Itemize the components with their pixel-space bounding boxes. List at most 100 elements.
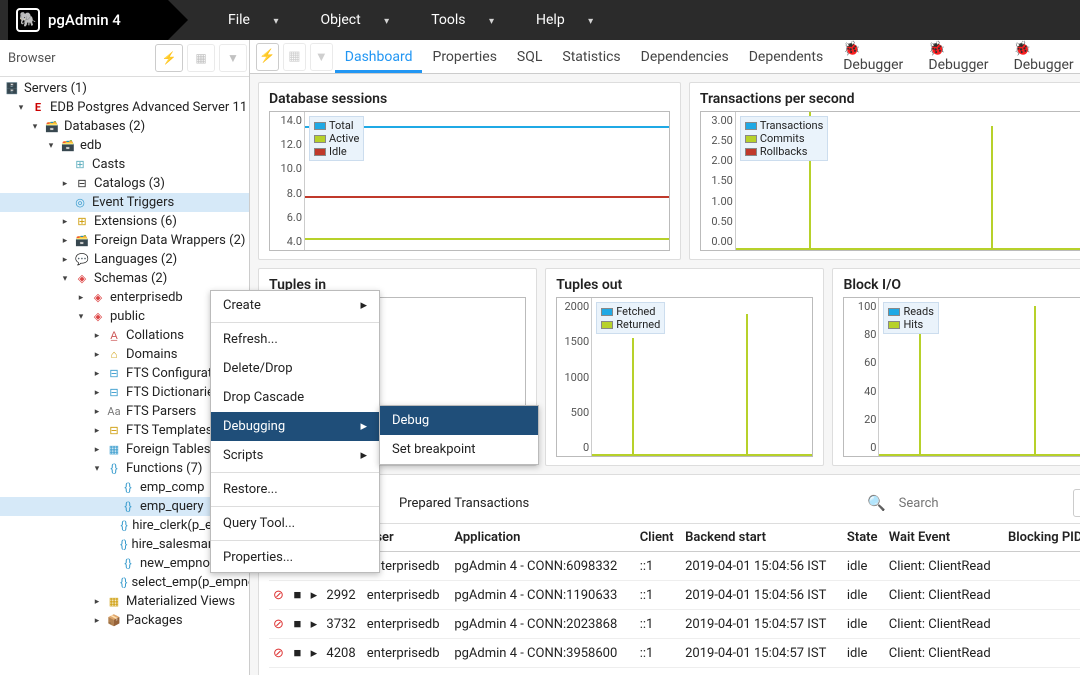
menu-object[interactable]: Object ▾: [301, 6, 410, 34]
ctx-create[interactable]: Create▸: [211, 291, 379, 320]
panel-tuples-out: Tuples out 2000150010005000 Fetched Retu…: [545, 268, 824, 466]
tree-extensions[interactable]: ▸⊞Extensions (6): [0, 212, 249, 231]
ctx-dropcascade[interactable]: Drop Cascade: [211, 383, 379, 412]
search-icon[interactable]: 🔍: [863, 489, 891, 517]
table-row[interactable]: ⊘■▸4208enterprisedbpgAdmin 4 - CONN:3958…: [269, 639, 1080, 668]
col-header: Backend start: [681, 524, 843, 552]
tree-packages[interactable]: ▸📦Packages: [0, 611, 249, 630]
tab-dependents[interactable]: Dependents: [739, 41, 833, 73]
schema-item-icon: ◈: [90, 310, 106, 324]
expand-icon[interactable]: ▸: [311, 588, 318, 603]
search-input[interactable]: [895, 492, 1069, 515]
functions-icon: {}: [106, 462, 122, 476]
fts-dict-icon: ⊟: [106, 386, 122, 400]
schema-item-icon: ◈: [90, 291, 106, 305]
panel-title: Database sessions: [269, 91, 670, 107]
fts-config-icon: ⊟: [106, 367, 122, 381]
cell-user: enterprisedb: [363, 610, 451, 639]
tree-edb[interactable]: ▾🗃️edb: [0, 136, 249, 155]
tab-statistics[interactable]: Statistics: [552, 41, 630, 73]
cell-user: enterprisedb: [363, 581, 451, 610]
matview-icon: ▦: [106, 595, 122, 609]
stop-icon[interactable]: ■: [293, 617, 301, 632]
subtab-prepared[interactable]: Prepared Transactions: [389, 492, 539, 515]
ctx-querytool[interactable]: Query Tool...: [211, 509, 379, 538]
tab-dependencies[interactable]: Dependencies: [631, 41, 739, 73]
ctx-refresh[interactable]: Refresh...: [211, 325, 379, 354]
cell-wait: Client: ClientRead: [885, 581, 1004, 610]
col-header: Wait Event: [885, 524, 1004, 552]
tree-databases[interactable]: ▾🗃️Databases (2): [0, 117, 249, 136]
tree-casts[interactable]: ⊞Casts: [0, 155, 249, 174]
tree-schemas[interactable]: ▾◈Schemas (2): [0, 269, 249, 288]
tab-sql[interactable]: SQL: [507, 41, 552, 73]
table-row[interactable]: ⊘■▸3732enterprisedbpgAdmin 4 - CONN:2023…: [269, 610, 1080, 639]
cell-blocking: [1004, 581, 1080, 610]
tree-servers[interactable]: 🗄️Servers (1): [0, 79, 249, 98]
fdw-icon: 🗃️: [74, 234, 90, 248]
tree-fdw[interactable]: ▸🗃️Foreign Data Wrappers (2): [0, 231, 249, 250]
ctx-debugging[interactable]: Debugging▸: [211, 412, 379, 441]
server-icon: E: [30, 101, 46, 115]
panel-server-activity: Sessions Prepared Transactions 🔍 ⟳ PIDUs…: [258, 474, 1080, 675]
col-header: Client: [636, 524, 681, 552]
elephant-icon: 🐘: [16, 8, 40, 32]
table-row[interactable]: ⊘■▸2992enterprisedbpgAdmin 4 - CONN:1190…: [269, 581, 1080, 610]
submenu-debug[interactable]: Debug: [380, 406, 538, 435]
filter-toolbar-icon[interactable]: ▼: [310, 43, 333, 71]
tree-languages[interactable]: ▸💬Languages (2): [0, 250, 249, 269]
chart-tuplesout: 2000150010005000 Fetched Returned: [556, 297, 813, 457]
cell-pid: 4208: [322, 639, 362, 668]
context-menu: Create▸ Refresh... Delete/Drop Drop Casc…: [210, 290, 380, 573]
stop-icon[interactable]: ■: [293, 646, 301, 661]
terminate-icon[interactable]: ⊘: [273, 646, 284, 661]
menu-file[interactable]: File ▾: [208, 6, 299, 34]
stop-icon[interactable]: ■: [293, 588, 301, 603]
cell-pid: 3732: [322, 610, 362, 639]
function-icon: {}: [120, 481, 136, 495]
ctx-scripts[interactable]: Scripts▸: [211, 441, 379, 470]
sessions-table: PIDUserApplicationClientBackend startSta…: [269, 524, 1080, 668]
function-icon: {}: [120, 500, 136, 514]
cell-client: ::1: [636, 610, 681, 639]
refresh-icon[interactable]: ⟳: [1073, 489, 1080, 517]
ctx-delete[interactable]: Delete/Drop: [211, 354, 379, 383]
submenu-setbreakpoint[interactable]: Set breakpoint: [380, 435, 538, 464]
expand-icon[interactable]: ▸: [311, 617, 318, 632]
tab-properties[interactable]: Properties: [422, 41, 506, 73]
bolt-icon[interactable]: ⚡: [155, 44, 183, 72]
catalog-icon: ⊟: [74, 177, 90, 191]
expand-icon[interactable]: ▸: [311, 646, 318, 661]
tree-catalogs[interactable]: ▸⊟Catalogs (3): [0, 174, 249, 193]
tree-edbserver[interactable]: ▾EEDB Postgres Advanced Server 11: [0, 98, 249, 117]
cell-wait: Client: ClientRead: [885, 610, 1004, 639]
cell-blocking: [1004, 552, 1080, 581]
tree-fn-selectemp[interactable]: {}select_emp(p_empno): [0, 573, 249, 592]
cell-client: ::1: [636, 639, 681, 668]
filter-icon[interactable]: ▼: [219, 44, 247, 72]
ctx-restore[interactable]: Restore...: [211, 475, 379, 504]
chevron-right-icon: ▸: [360, 448, 367, 463]
tree-matviews[interactable]: ▸▦Materialized Views: [0, 592, 249, 611]
menu-help[interactable]: Help ▾: [516, 6, 613, 34]
tab-dashboard[interactable]: Dashboard: [335, 41, 423, 73]
function-icon: {}: [120, 538, 127, 552]
cell-start: 2019-04-01 15:04:56 IST: [681, 552, 843, 581]
chart-sessions: 14.012.010.08.06.04.0 Total Active Idle: [269, 111, 670, 251]
bolt-toolbar-icon[interactable]: ⚡: [256, 43, 279, 71]
cell-client: ::1: [636, 552, 681, 581]
table-row[interactable]: ⊘■▸2568enterprisedbpgAdmin 4 - CONN:6098…: [269, 552, 1080, 581]
browser-title: Browser: [0, 45, 153, 72]
grid-toolbar-icon[interactable]: ▦: [283, 43, 306, 71]
bug-icon: 🐞: [928, 41, 945, 57]
cell-app: pgAdmin 4 - CONN:1190633: [450, 581, 635, 610]
package-icon: 📦: [106, 614, 122, 628]
terminate-icon[interactable]: ⊘: [273, 617, 284, 632]
grid-icon[interactable]: ▦: [187, 44, 215, 72]
ctx-properties[interactable]: Properties...: [211, 543, 379, 572]
terminate-icon[interactable]: ⊘: [273, 588, 284, 603]
tree-eventtriggers[interactable]: ◎Event Triggers: [0, 193, 249, 212]
menu-tools[interactable]: Tools ▾: [411, 6, 514, 34]
collation-icon: A̲: [106, 329, 122, 343]
chevron-right-icon: ▸: [360, 419, 367, 434]
